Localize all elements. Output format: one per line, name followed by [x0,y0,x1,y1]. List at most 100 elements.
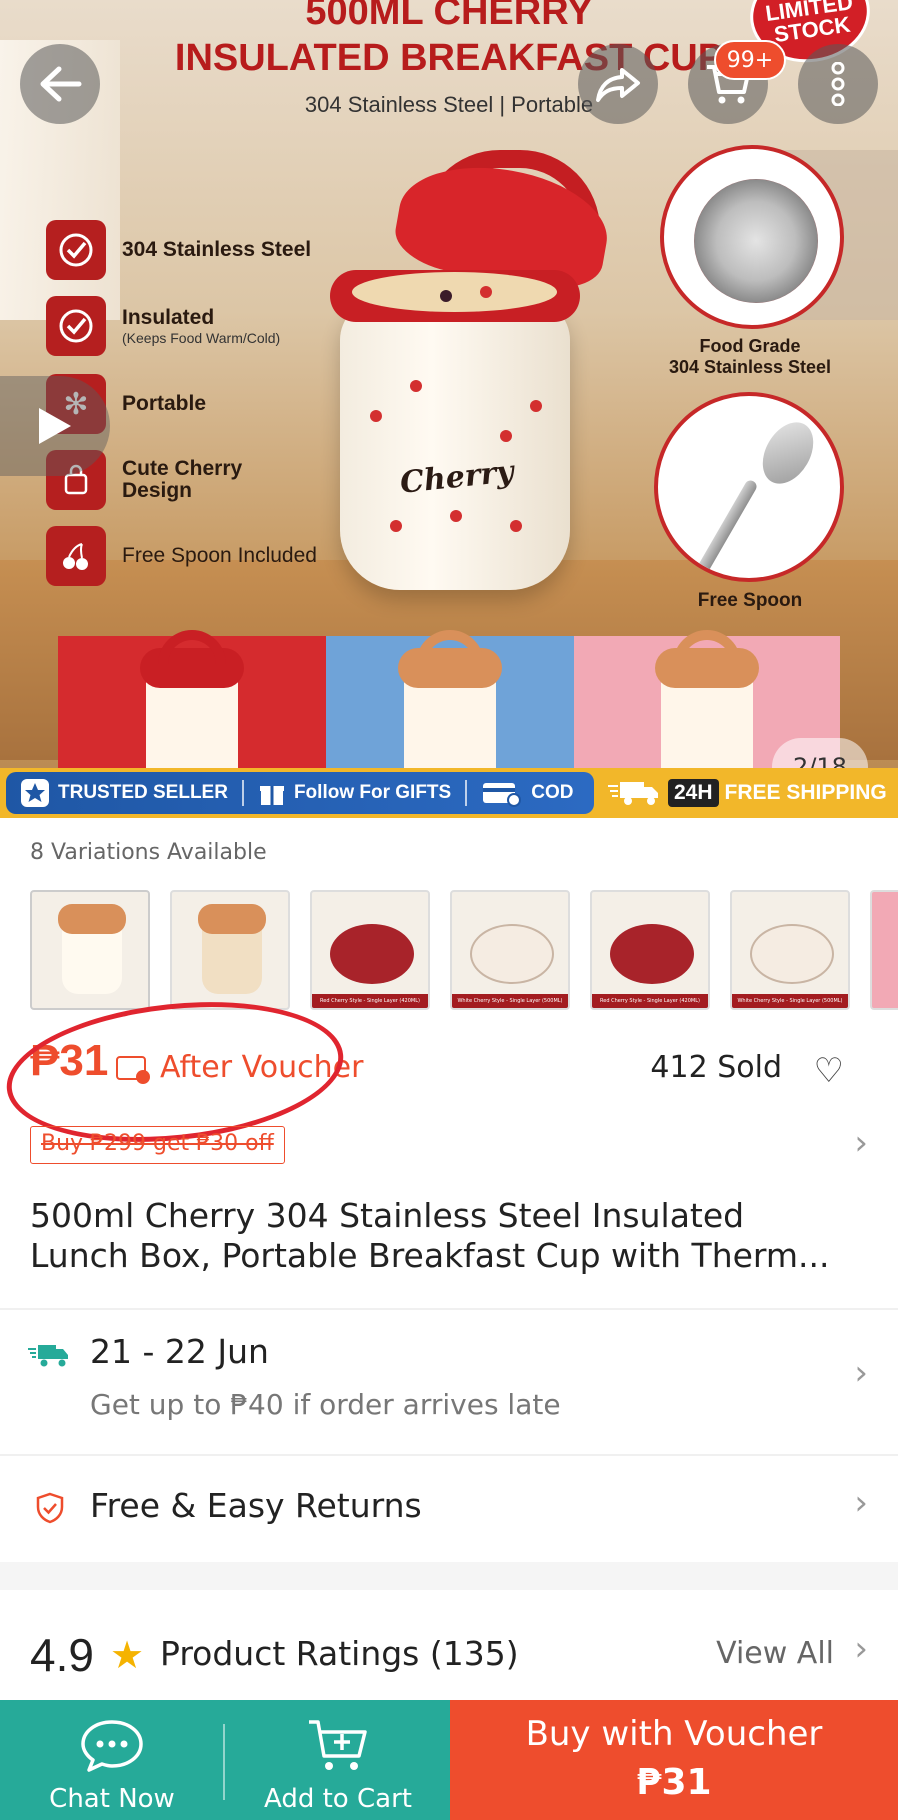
thumb-caption: Red Cherry Style - Single Layer (420ML) [312,994,428,1008]
returns-label: Free & Easy Returns [90,1486,422,1525]
variations-label: 8 Variations Available [30,840,267,865]
section-gap [0,1562,898,1590]
chevron-right-icon: › [854,1123,868,1163]
jar-food [352,272,557,312]
play-icon [39,408,71,444]
free-shipping-label: FREE SHIPPING [724,781,887,804]
cherry-print [450,510,462,522]
variation-thumb[interactable] [30,890,150,1010]
chevron-right-icon: › [854,1483,868,1523]
bowl-caption-line2: 304 Stainless Steel [668,356,832,377]
thumb-caption: White Cherry Style - Single Layer (500ML… [452,994,568,1008]
spoon-detail-image [654,392,844,582]
variation-thumb[interactable] [170,890,290,1010]
card-icon [483,783,522,807]
truck-icon [608,782,658,805]
cherry-print [410,380,422,392]
bowl-detail-image [660,145,844,329]
variation-thumb[interactable]: Red Cherry Style - Single Layer (420ML) [310,890,430,1010]
cart-count-badge: 99+ [714,40,786,80]
add-to-cart-button[interactable]: Add to Cart [226,1700,450,1820]
check-icon [46,296,106,356]
gift-icon [259,786,284,805]
bottom-action-bar: Chat Now Add to Cart Buy with Voucher ₱3… [0,1700,898,1820]
cherry-print [530,400,542,412]
product-image-carousel[interactable]: 500ML CHERRY INSULATED BREAKFAST CUP 304… [0,0,898,818]
back-button[interactable] [20,44,100,124]
product-title: 500ml Cherry 304 Stainless Steel Insulat… [30,1196,870,1276]
cherry-print [500,430,512,442]
feature-free-spoon: Free Spoon Included [46,526,317,586]
color-option-red [58,630,326,794]
feature-label: Portable [122,392,207,415]
bottom-bar-left: Chat Now Add to Cart [0,1700,450,1820]
variation-thumb[interactable]: White Cherry Style - Single Layer (500ML… [730,890,850,1010]
free-shipping-badge: 24H FREE SHIPPING [606,774,887,812]
check-icon [46,220,106,280]
cherry-print [390,520,402,532]
follow-gifts-badge: Follow For GIFTS [244,772,465,814]
ratings-row: 4.9 ★ Product Ratings (135) View All › [0,1590,898,1700]
more-vertical-icon [831,62,845,106]
view-all-link[interactable]: View All [716,1636,834,1671]
chevron-right-icon: › [854,1629,868,1669]
ship-24h-label: 24H [668,779,719,807]
berry-topping [440,290,452,302]
cherry-print [510,520,522,532]
bowl-caption: Food Grade 304 Stainless Steel [650,336,850,377]
promo-row[interactable]: Buy ₱299 get ₱30 off › [30,1126,868,1166]
star-badge-icon [21,779,49,807]
cherry-icon [46,526,106,586]
ratings-label: Product Ratings (135) [160,1634,519,1673]
chat-now-button[interactable]: Chat Now [0,1700,224,1820]
thumb-caption: Red Cherry Style - Single Layer (420ML) [592,994,708,1008]
feature-note: (Keeps Food Warm/Cold) [122,330,281,346]
more-options-button[interactable] [798,44,878,124]
chat-now-label: Chat Now [49,1784,175,1814]
delivery-row[interactable]: 21 - 22 Jun Get up to ₱40 if order arriv… [0,1310,898,1452]
add-to-cart-label: Add to Cart [264,1784,412,1814]
buy-with-voucher-button[interactable]: Buy with Voucher ₱31 [450,1700,898,1820]
product-title-line2: Lunch Box, Portable Breakfast Cup with T… [30,1236,830,1275]
bowl-caption-line1: Food Grade [699,336,801,356]
add-to-cart-icon [309,1720,367,1770]
sold-count: 412 Sold [650,1050,782,1085]
spoon-caption: Free Spoon [697,590,803,611]
thumb-caption: White Cherry Style - Single Layer (500ML… [732,994,848,1008]
follow-gifts-label: Follow For GIFTS [293,782,452,803]
feature-label: 304 Stainless Steel [122,238,312,261]
promo-tag: Buy ₱299 get ₱30 off [30,1126,285,1164]
chevron-right-icon: › [854,1353,868,1393]
play-video-button[interactable] [0,376,110,476]
variation-thumb[interactable]: Red Cherry Style - Single Layer (420ML) [590,890,710,1010]
trust-badges: TRUSTED SELLER Follow For GIFTS COD [6,772,594,814]
buy-with-voucher-label: Buy with Voucher [525,1714,823,1754]
cod-badge: COD [467,772,587,814]
rating-score: 4.9 [30,1629,94,1681]
feature-stainless: 304 Stainless Steel [46,220,311,280]
promo-text: Buy ₱299 get ₱30 off [41,1131,274,1156]
star-icon: ★ [110,1633,145,1677]
variation-thumb[interactable] [870,890,898,1010]
product-title-line1: 500ml Cherry 304 Stainless Steel Insulat… [30,1196,745,1235]
arrow-left-icon [40,66,82,102]
cod-label: COD [531,782,574,803]
returns-row[interactable]: Free & Easy Returns › [0,1456,898,1560]
delivery-truck-icon [28,1345,68,1367]
color-option-blue [326,630,574,794]
bottom-bar-separator [223,1724,225,1800]
delivery-guarantee: Get up to ₱40 if order arrives late [90,1388,561,1421]
variation-thumb[interactable]: White Cherry Style - Single Layer (500ML… [450,890,570,1010]
cherry-print [370,410,382,422]
trusted-seller-badge: TRUSTED SELLER [6,772,242,814]
share-icon [596,68,640,102]
shield-check-icon [36,1492,64,1524]
delivery-date: 21 - 22 Jun [90,1332,269,1371]
chat-icon [81,1720,143,1772]
feature-insulated: Insulated (Keeps Food Warm/Cold) [46,296,280,356]
trust-bar: TRUSTED SELLER Follow For GIFTS COD 24H … [0,768,898,818]
buy-price-label: ₱31 [636,1762,712,1803]
heart-icon[interactable]: ♡ [814,1054,844,1088]
feature-label: Insulated [122,306,215,329]
share-button[interactable] [578,44,658,124]
